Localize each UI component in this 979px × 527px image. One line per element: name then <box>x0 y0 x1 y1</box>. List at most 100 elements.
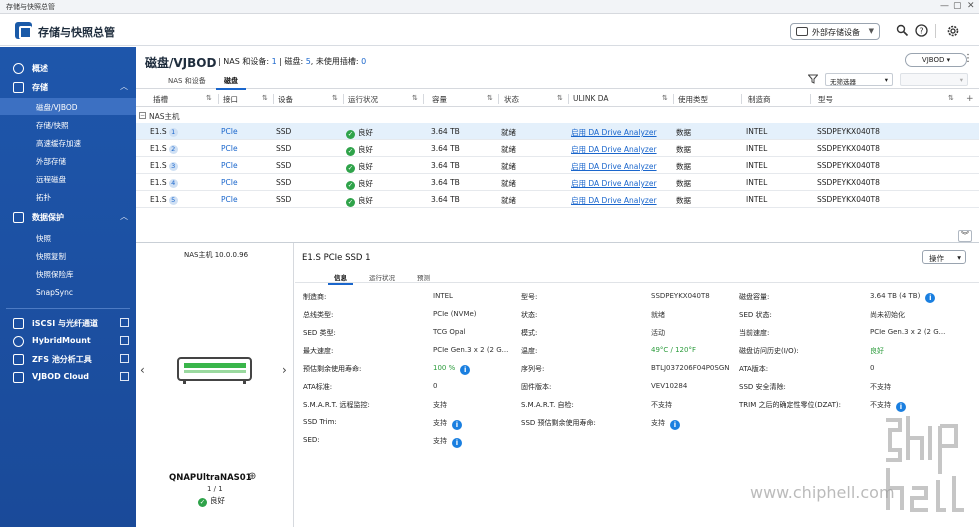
col-model[interactable]: 型号 <box>818 94 833 105</box>
table-row[interactable]: E1.S 2 ✓ 良好 PCIe SSD 3.64 TB 就绪 启用 DA Drive Anal… <box>136 140 979 157</box>
tab-info[interactable]: 信息 <box>328 272 353 285</box>
col-slot[interactable]: 插槽 <box>153 94 168 105</box>
help-icon[interactable]: ? <box>914 24 928 38</box>
info-icon[interactable]: i <box>460 365 471 375</box>
cell-health: ✓ 良好 <box>346 144 373 156</box>
nav-storage-label: 存储 <box>32 83 48 92</box>
info-icon[interactable]: i <box>670 420 680 430</box>
detail-value: 不支持 <box>651 400 672 410</box>
add-column-icon[interactable]: + <box>966 94 974 104</box>
tab-health[interactable]: 运行状况 <box>369 272 395 282</box>
expand-panel-button[interactable]: ︾ <box>958 230 972 242</box>
col-interface[interactable]: 接口 <box>223 94 238 105</box>
actions-button[interactable]: 操作 ▾ <box>922 250 966 264</box>
nav-zfs-analyzer[interactable]: ZFS 池分析工具 <box>0 351 136 368</box>
external-storage-button[interactable]: 外部存储设备 ▼ <box>790 23 880 40</box>
detail-value-text: 支持 <box>433 419 447 427</box>
nav-storage[interactable]: 存储 ︿ <box>0 79 136 96</box>
nas-device-image[interactable] <box>177 357 252 384</box>
chevron-up-icon: ︿ <box>120 212 128 221</box>
vjbod-button[interactable]: VJBOD ▾ <box>905 53 967 67</box>
filter-select[interactable]: 无筛选器 ▾ <box>825 73 893 86</box>
vjbod-cloud-icon <box>13 372 24 383</box>
cell-ulink[interactable]: 启用 DA Drive Analyzer <box>571 195 657 206</box>
maximize-button[interactable]: ▢ <box>953 1 962 11</box>
zoom-in-icon[interactable]: ⊕ <box>248 471 256 482</box>
col-usage[interactable]: 使用类型 <box>678 94 708 105</box>
filter-select-secondary[interactable]: ▾ <box>900 73 968 86</box>
cell-ulink[interactable]: 启用 DA Drive Analyzer <box>571 144 657 155</box>
detail-value: 3.64 TB (4 TB) i <box>870 292 936 303</box>
main-content: 磁盘/VJBOD | NAS 和设备: 1 | 磁盘: 5, 未使用插槽: 0 … <box>136 47 979 527</box>
gear-icon[interactable] <box>946 24 960 38</box>
info-icon[interactable]: i <box>925 293 936 303</box>
cell-capacity: 3.64 TB <box>431 127 460 136</box>
cell-capacity: 3.64 TB <box>431 161 460 170</box>
sort-icon[interactable]: ⇅ <box>948 94 954 102</box>
nav-vjbod-cloud[interactable]: VJBOD Cloud <box>0 369 136 386</box>
cell-ulink[interactable]: 启用 DA Drive Analyzer <box>571 178 657 189</box>
nav-external-storage[interactable]: 外部存储 <box>0 152 136 169</box>
col-device[interactable]: 设备 <box>278 94 293 105</box>
tab-nas-devices[interactable]: NAS 和设备 <box>168 76 206 86</box>
detail-key: S.M.A.R.T. 远程监控: <box>303 401 370 409</box>
cell-device: SSD <box>276 144 292 153</box>
minimize-button[interactable]: — <box>940 1 949 11</box>
nav-snapshot-replica[interactable]: 快照复制 <box>0 247 136 264</box>
tab-disks[interactable]: 磁盘 <box>216 76 246 90</box>
more-menu-icon[interactable]: ⋮ <box>963 53 973 64</box>
close-button[interactable]: ✕ <box>967 1 975 11</box>
cell-health: ✓ 良好 <box>346 178 373 190</box>
nav-snapshots[interactable]: 快照 <box>0 229 136 246</box>
sort-icon[interactable]: ⇅ <box>487 94 493 102</box>
nav-cache-acceleration[interactable]: 高速缓存加速 <box>0 134 136 151</box>
detail-key: 总线类型: <box>303 311 334 319</box>
nav-remote-disk[interactable]: 远程磁盘 <box>0 170 136 187</box>
health-label: 良好 <box>358 162 373 171</box>
chevron-right-icon[interactable]: › <box>282 363 287 377</box>
sort-icon[interactable]: ⇅ <box>332 94 338 102</box>
table-row[interactable]: E1.S 1 ✓ 良好 PCIe SSD 3.64 TB 就绪 启用 DA Drive Anal… <box>136 123 979 140</box>
nav-disks-vjbod[interactable]: 磁盘/VJBOD <box>0 98 136 115</box>
tab-prediction[interactable]: 预测 <box>417 272 430 282</box>
cell-ulink[interactable]: 启用 DA Drive Analyzer <box>571 127 657 138</box>
detail-key: 最大速度: <box>303 347 334 355</box>
info-icon[interactable]: i <box>452 438 462 448</box>
sort-icon[interactable]: ⇅ <box>557 94 563 102</box>
nav-snapshot-vault[interactable]: 快照保险库 <box>0 265 136 282</box>
filter-icon[interactable] <box>807 74 819 87</box>
nav-storage-snapshots[interactable]: 存储/快照 <box>0 116 136 133</box>
sort-icon[interactable]: ⇅ <box>206 94 212 102</box>
col-capacity[interactable]: 容量 <box>432 94 447 105</box>
nav-hybridmount[interactable]: HybridMount <box>0 333 136 350</box>
col-ulink[interactable]: ULINK DA <box>573 94 609 103</box>
table-row[interactable]: E1.S 4 ✓ 良好 PCIe SSD 3.64 TB 就绪 启用 DA Drive Anal… <box>136 174 979 191</box>
detail-value-text: 0 <box>870 364 875 372</box>
nav-overview-label: 概述 <box>32 64 48 73</box>
col-status[interactable]: 状态 <box>504 94 519 105</box>
chevron-left-icon[interactable]: ‹ <box>140 363 145 377</box>
cell-ulink[interactable]: 启用 DA Drive Analyzer <box>571 161 657 172</box>
table-row[interactable]: E1.S 5 ✓ 良好 PCIe SSD 3.64 TB 就绪 启用 DA Drive Anal… <box>136 191 979 208</box>
col-maker[interactable]: 制造商 <box>748 94 771 105</box>
nav-topology[interactable]: 拓扑 <box>0 188 136 205</box>
cell-usage: 数据 <box>676 145 691 154</box>
sort-icon[interactable]: ⇅ <box>262 94 268 102</box>
nav-overview[interactable]: 概述 <box>0 60 136 77</box>
sort-icon[interactable]: ⇅ <box>412 94 418 102</box>
cell-maker: INTEL <box>746 161 768 170</box>
health-label: 良好 <box>358 179 373 188</box>
col-health[interactable]: 运行状况 <box>348 94 378 105</box>
nav-data-protection-label: 数据保护 <box>32 213 64 222</box>
nav-iscsi[interactable]: iSCSI 与光纤通道 <box>0 315 136 332</box>
collapse-icon[interactable]: − <box>139 112 146 119</box>
table-row[interactable]: E1.S 3 ✓ 良好 PCIe SSD 3.64 TB 就绪 启用 DA Drive Anal… <box>136 157 979 174</box>
search-icon[interactable] <box>895 24 909 38</box>
col-divider <box>218 94 219 104</box>
detail-value: PCIe Gen.3 x 2 (2 G... <box>870 328 945 336</box>
sort-icon[interactable]: ⇅ <box>662 94 668 102</box>
nav-snapsync[interactable]: SnapSync <box>0 284 136 301</box>
group-nas-host[interactable]: − NAS主机 <box>136 108 979 123</box>
info-icon[interactable]: i <box>452 420 462 430</box>
nav-data-protection[interactable]: 数据保护 ︿ <box>0 209 136 226</box>
